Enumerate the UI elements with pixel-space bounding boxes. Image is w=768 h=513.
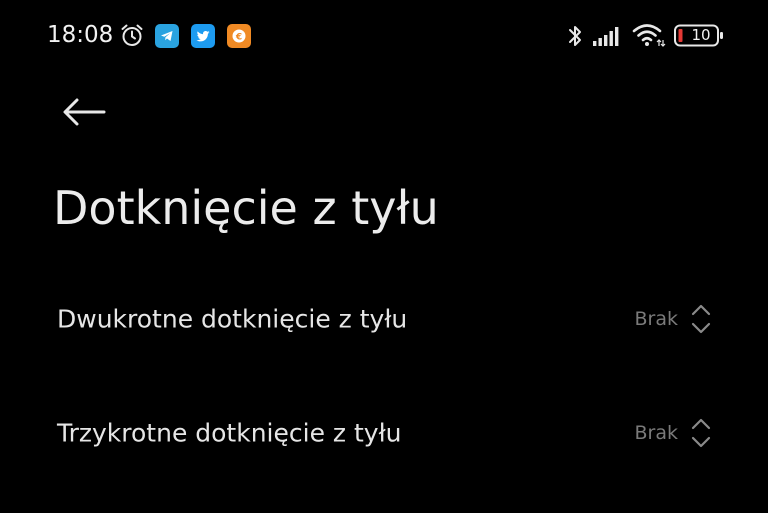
setting-value: Brak xyxy=(634,308,679,330)
setting-row-double-tap[interactable]: Dwukrotne dotknięcie z tyłu Brak xyxy=(0,271,768,367)
setting-row-triple-tap[interactable]: Trzykrotne dotknięcie z tyłu Brak xyxy=(0,385,768,481)
chevron-up-down-icon xyxy=(690,417,712,449)
setting-label: Dwukrotne dotknięcie z tyłu xyxy=(57,304,408,334)
svg-text:€: € xyxy=(235,33,242,43)
bluetooth-icon xyxy=(566,23,584,53)
status-bar: 18:08 € 10 xyxy=(0,0,768,70)
back-button[interactable] xyxy=(56,94,112,134)
twitter-icon xyxy=(191,24,215,48)
signal-icon xyxy=(592,25,622,51)
chevron-up-down-icon xyxy=(690,303,712,335)
page-title: Dotknięcie z tyłu xyxy=(53,181,439,235)
bitcoin-app-icon: € xyxy=(227,24,251,48)
telegram-icon xyxy=(155,24,179,48)
arrow-left-icon xyxy=(62,97,106,131)
alarm-clock-icon xyxy=(119,22,145,48)
setting-label: Trzykrotne dotknięcie z tyłu xyxy=(57,418,402,448)
wifi-icon xyxy=(632,22,666,52)
battery-icon: 10 xyxy=(674,24,724,47)
battery-level-text: 10 xyxy=(691,26,711,44)
status-time: 18:08 xyxy=(47,22,114,48)
setting-value: Brak xyxy=(634,422,679,444)
